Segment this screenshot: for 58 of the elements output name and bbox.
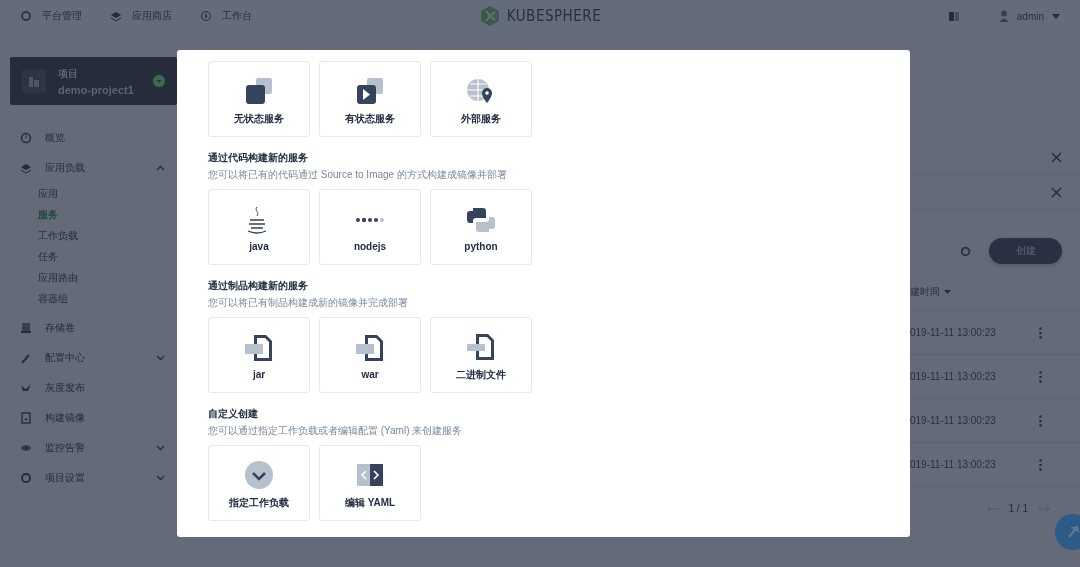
layout-icon [948,11,959,21]
sidebar-subitem[interactable]: 容器组 [38,288,68,309]
option-card[interactable]: nodejs [319,189,421,265]
project-selector[interactable]: 项目 demo-project1 [10,57,177,105]
user-icon [998,10,1009,22]
section-description: 您可以将已有的代码通过 Source to Image 的方式构建成镜像并部署 [208,168,508,182]
project-name: demo-project1 [58,83,135,96]
more-icon [1039,370,1042,383]
option-card[interactable]: 无状态服务 [208,61,310,137]
table-cell: 019-11-11 13:00:23 [910,415,996,426]
snakes-icon [464,205,498,235]
sort-icon [944,290,951,294]
option-card[interactable]: 指定工作负载 [208,445,310,521]
project-label: 项目 [58,66,79,81]
building-icon [28,75,40,87]
option-card[interactable]: 二进制文件 [430,317,532,393]
wrench-icon [20,352,32,364]
sidebar-subitem[interactable]: 服务 [38,204,58,225]
nav-link[interactable]: 工作台 [222,9,252,23]
more-icon [1039,326,1042,339]
sidebar-item[interactable]: 构建镜像 [10,403,177,433]
sidebar-subitem[interactable]: 任务 [38,246,58,267]
check-circle-icon [242,459,276,490]
table-cell: 019-11-11 13:00:23 [910,371,996,382]
close-icon [1051,151,1062,163]
section-description: 您可以将已有制品构建成新的镜像并完成部署 [208,296,409,310]
sidebar-item[interactable]: 存储卷 [10,313,177,343]
section-title: 通过代码构建新的服务 [208,151,309,165]
dropdown-icon [153,75,165,87]
option-card[interactable]: war [319,317,421,393]
option-card[interactable]: java [208,189,310,265]
page-indicator: 1 / 1 [1008,503,1028,514]
node-hexagons-icon [355,217,385,223]
option-card[interactable]: python [430,189,532,265]
sidebar-item[interactable]: 灰度发布 [10,373,177,403]
image-icon [20,412,32,424]
sidebar-subitem[interactable]: 工作负载 [38,225,78,246]
stack-icon [110,10,122,22]
option-card[interactable]: 有状态服务 [319,61,421,137]
logo-text: KUBESPHERE [506,7,602,25]
dashboard-icon [20,132,32,144]
caret-icon [1052,13,1060,19]
section-title: 通过制品构建新的服务 [208,279,309,293]
close-icon [1051,186,1062,198]
more-icon [1039,458,1042,471]
more-icon [1039,414,1042,427]
option-card[interactable]: 编辑 YAML [319,445,421,521]
section-title: 自定义创建 [208,407,259,421]
logo-icon [478,5,501,27]
option-card[interactable]: jar [208,317,310,393]
user-name[interactable]: admin [1016,10,1044,22]
option-card[interactable]: 外部服务 [430,61,532,137]
stack-icon [20,162,32,174]
table-cell: 019-11-11 13:00:23 [910,459,996,470]
section-description: 您可以通过指定工作负载或者编辑配置 (Yaml) 来创建服务 [208,424,464,438]
table-cell: 019-11-11 13:00:23 [910,327,996,338]
compass-icon [200,10,212,22]
eye-icon [20,442,32,454]
